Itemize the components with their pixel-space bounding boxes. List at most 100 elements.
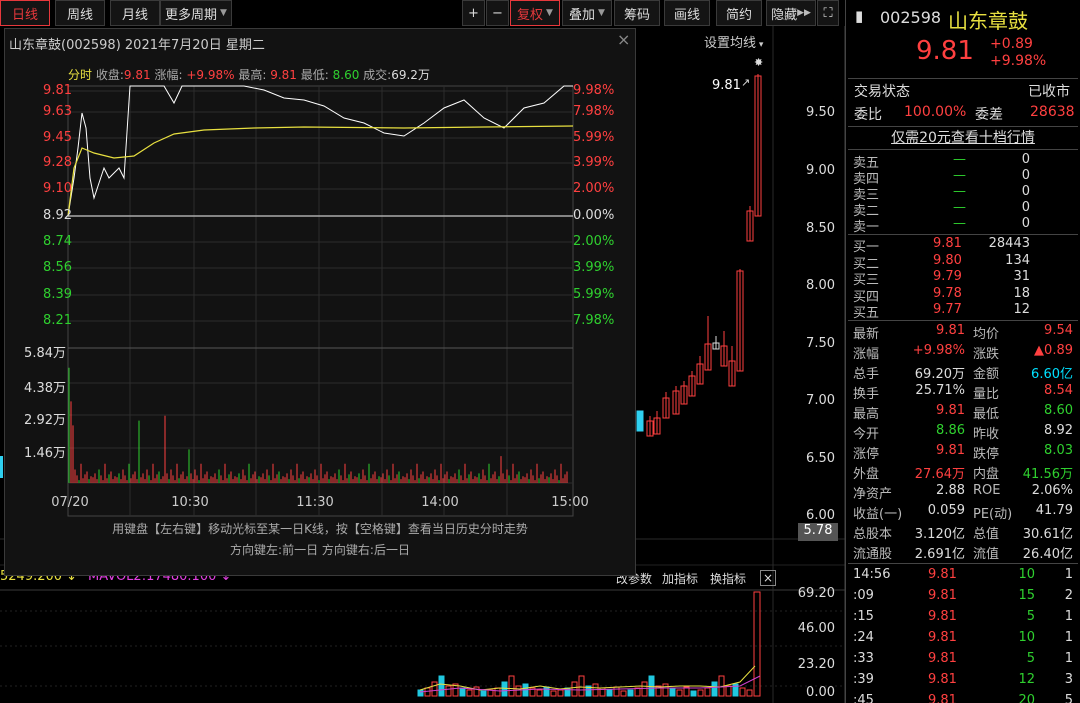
candle <box>712 336 720 350</box>
hide-button[interactable]: 隐藏 ▶▶ <box>766 0 816 26</box>
volume-bar <box>627 689 634 697</box>
bid-volume: 12 <box>1013 302 1030 317</box>
ask-price: — <box>953 184 966 199</box>
bid-row-5: 买五 9.77 12 <box>853 302 1075 321</box>
tick-price: 9.81 <box>928 567 957 582</box>
divider <box>848 78 1078 79</box>
stat-label: 今开 <box>853 427 880 442</box>
stat-row: 总股本 3.120亿 总值 30.61亿 <box>853 522 1075 542</box>
stat-label: PE(动) <box>973 507 1013 522</box>
bid-volume: 18 <box>1013 285 1030 301</box>
stat-value: ▲0.89 <box>1034 343 1073 358</box>
stat-value wht: 2.88 <box>936 483 965 498</box>
intraday-grid <box>68 86 573 516</box>
time-axis-label: 10:30 <box>171 495 209 510</box>
volume-bar <box>753 591 761 697</box>
candle <box>704 316 712 371</box>
stat-value red: 9.81 <box>936 443 965 458</box>
level10-upgrade-link[interactable]: 仅需20元查看十档行情 <box>848 126 1078 150</box>
volume-bar <box>515 685 522 697</box>
stat-value: 8.60 <box>1044 403 1073 418</box>
stat-label: 最低 <box>973 407 1000 422</box>
tick-price: 9.81 <box>928 693 957 703</box>
bid-price: 9.80 <box>933 252 962 268</box>
more-periods-dropdown[interactable]: 更多周期 ▼ <box>160 0 232 26</box>
volume-bar <box>634 687 641 697</box>
right-pct-label: 5.99% <box>573 287 615 302</box>
time-axis-label: 14:00 <box>421 495 459 510</box>
stat-value wht: 0.059 <box>927 503 965 518</box>
stat-label: 昨收 <box>973 427 1000 442</box>
simple-button[interactable]: 简约 <box>716 0 762 26</box>
bid-row-1: 买一 9.81 28443 <box>853 236 1075 255</box>
chip-button[interactable]: 筹码 <box>614 0 660 26</box>
tick-row: :39 9.81 12 3 <box>853 671 1075 692</box>
add-indicator-button[interactable]: 加指标 <box>662 570 698 587</box>
volume-bar <box>473 686 480 697</box>
tab-daily[interactable]: 日线 <box>0 0 50 26</box>
volume-bar <box>571 681 578 697</box>
draw-line-button[interactable]: 画线 <box>664 0 710 26</box>
right-pct-label: 3.99% <box>573 155 615 170</box>
stock-name: 山东章鼓 <box>948 9 1028 33</box>
candle-group <box>636 74 762 437</box>
tick-row: :45 9.81 20 5 <box>853 692 1075 703</box>
candle <box>696 356 704 385</box>
stat-label: 涨幅 <box>853 347 880 362</box>
bid-volume: 134 <box>1005 252 1030 268</box>
volume-bar <box>697 689 704 697</box>
close-panel-icon[interactable]: × <box>760 570 776 586</box>
vol-axis-label: 23.20 <box>797 657 835 672</box>
ma-setting-label: 设置均线 <box>704 36 757 51</box>
ma-setting-button[interactable]: 设置均线 ▾ <box>704 32 763 51</box>
zoom-in-button[interactable]: + <box>462 0 485 26</box>
stat-label: 总手 <box>853 367 880 382</box>
fuquan-dropdown[interactable]: 复权 ▼ <box>510 0 560 26</box>
stat-value wht: 69.20万 <box>914 367 965 382</box>
divider <box>848 320 1078 321</box>
tick-volume: 5 <box>1026 609 1035 624</box>
stat-label: 收益(一) <box>853 507 903 522</box>
stat-value wht: 2.691亿 <box>914 547 965 562</box>
arrow-icon: ↗ <box>741 76 751 89</box>
swap-indicator-button[interactable]: 换指标 <box>710 570 746 587</box>
stat-value: 8.92 <box>1044 423 1073 438</box>
status-label: 交易状态 <box>854 84 910 100</box>
volume-bar <box>746 689 753 697</box>
stat-label: 内盘 <box>973 467 1000 482</box>
bid-row-4: 买四 9.78 18 <box>853 285 1075 305</box>
fullscreen-icon[interactable]: ⛶ <box>817 0 839 26</box>
volume-bar <box>466 689 473 697</box>
vol-axis-label: 69.20 <box>797 586 835 601</box>
stat-label: 换手 <box>853 387 880 402</box>
stat-label: 最新 <box>853 327 880 342</box>
menu-icon[interactable]: ▮ <box>855 7 863 25</box>
overlay-dropdown[interactable]: 叠加 ▼ <box>562 0 612 26</box>
stat-value: 8.03 <box>1044 443 1073 458</box>
stat-value: 41.56万 <box>1022 467 1073 482</box>
candle <box>636 410 644 432</box>
intraday-chart[interactable] <box>4 28 636 576</box>
left-price-label: 8.39 <box>43 287 72 302</box>
tick-count: 5 <box>1064 693 1073 703</box>
tab-weekly[interactable]: 周线 <box>55 0 105 26</box>
tab-monthly[interactable]: 月线 <box>110 0 160 26</box>
volume-bar <box>676 689 683 697</box>
ask-volume: 0 <box>1021 168 1030 183</box>
stat-value: 30.61亿 <box>1022 527 1073 542</box>
price-line <box>67 85 573 217</box>
left-price-label: 9.81 <box>43 83 72 98</box>
stat-value: 2.06% <box>1031 483 1073 498</box>
candle <box>720 331 728 367</box>
stat-row: 净资产 2.88 ROE 2.06% <box>853 482 1075 502</box>
ask-price: — <box>953 152 966 167</box>
tick-volume: 10 <box>1018 630 1035 645</box>
stat-value: 41.79 <box>1035 503 1073 518</box>
overlay-label: 叠加 <box>569 7 596 23</box>
zoom-out-button[interactable]: − <box>486 0 509 26</box>
tick-price: 9.81 <box>928 588 957 603</box>
volume-bar <box>725 685 732 697</box>
tick-count: 1 <box>1064 609 1073 624</box>
ask-volume: 0 <box>1021 184 1030 199</box>
volume-bar <box>424 687 431 697</box>
